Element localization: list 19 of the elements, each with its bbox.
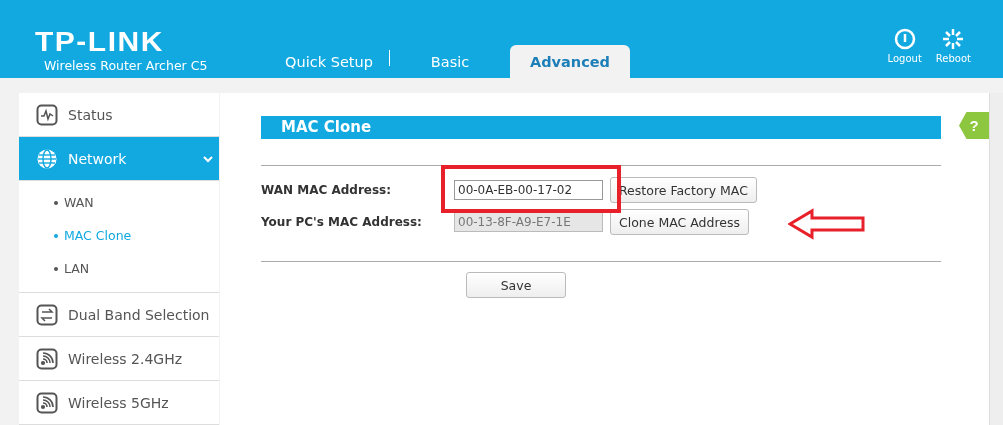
scrollbar[interactable]: [989, 93, 1003, 425]
swap-arrows-icon: [36, 303, 58, 326]
nav-tab[interactable]: Advanced: [510, 45, 630, 78]
mac-input[interactable]: 00-0A-EB-00-17-02: [454, 180, 603, 200]
globe-icon: [36, 147, 58, 170]
chevron-down-icon: [203, 154, 213, 163]
logo: TP-LINK: [35, 29, 165, 55]
field-label: WAN MAC Address:: [261, 183, 393, 197]
power-icon: [893, 28, 916, 50]
pulse-icon: [36, 103, 58, 126]
wifi-icon: [36, 391, 58, 414]
spinner-icon: [942, 28, 965, 50]
submenu-item[interactable]: WAN: [19, 186, 219, 219]
submenu-item[interactable]: LAN: [19, 252, 219, 285]
wifi-icon: [36, 347, 58, 370]
section-title: MAC Clone: [261, 116, 941, 139]
save-button[interactable]: Save: [466, 272, 566, 298]
field-label: Your PC's MAC Address:: [261, 215, 423, 229]
router-model: Wireless Router Archer C5: [43, 58, 209, 73]
